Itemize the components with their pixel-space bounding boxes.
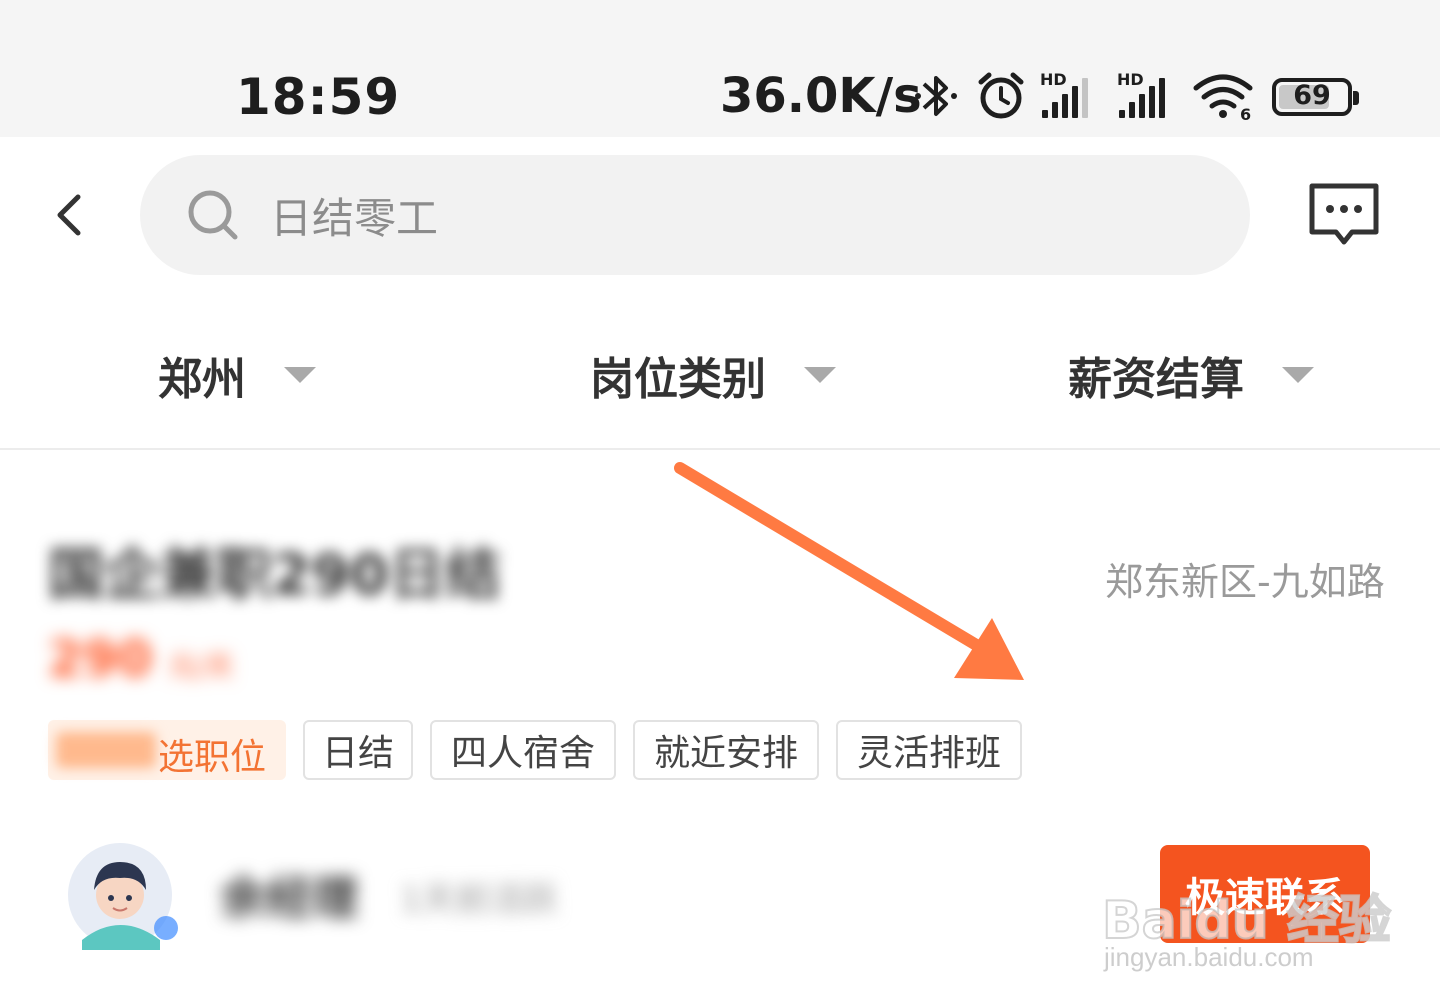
search-input[interactable]: 日结零工	[140, 155, 1250, 275]
job-location: 郑东新区-九如路	[1105, 560, 1385, 604]
watermark: Baidu 经验 jingyan.baidu.com	[1101, 878, 1392, 978]
job-tag: 就近安排	[633, 720, 819, 780]
message-button[interactable]	[1306, 180, 1382, 250]
wifi-badge: 6	[1240, 105, 1251, 122]
status-time: 18:59	[236, 68, 401, 126]
job-tag: 日结	[303, 720, 413, 780]
filter-label: 郑州	[158, 354, 246, 405]
signal-icon: HD	[1117, 70, 1179, 122]
status-bar: 18:59 36.0K/s HD HD 6 69	[0, 0, 1440, 137]
battery-cap	[1353, 91, 1359, 105]
caret-down-icon	[284, 367, 316, 383]
job-title: 国企兼职290日结	[48, 543, 501, 608]
caret-down-icon	[1282, 367, 1314, 383]
featured-tag: 选职位	[48, 720, 286, 780]
recruiter-meta: 1天前活跃	[400, 880, 558, 920]
featured-tag-icon	[56, 732, 156, 768]
salary-value: 290	[48, 630, 153, 688]
bluetooth-icon	[915, 76, 957, 116]
caret-down-icon	[804, 367, 836, 383]
battery-level: 69	[1293, 80, 1331, 111]
filter-label: 岗位类别	[590, 354, 766, 405]
divider	[0, 448, 1440, 450]
recruiter-name: 余经理	[220, 871, 358, 925]
filter-bar: 郑州 岗位类别 薪资结算	[0, 335, 1440, 415]
chevron-left-icon	[57, 194, 81, 236]
job-tag: 四人宿舍	[430, 720, 616, 780]
avatar[interactable]	[68, 840, 178, 950]
battery-icon: 69	[1272, 78, 1359, 116]
signal-icon: HD	[1040, 70, 1102, 122]
message-bubble-icon	[1309, 183, 1379, 245]
job-tag: 灵活排班	[836, 720, 1022, 780]
wifi-icon: 6	[1193, 74, 1253, 122]
network-speed: 36.0K/s	[720, 68, 922, 124]
salary-unit: 元/天	[168, 650, 234, 683]
alarm-clock-icon	[978, 72, 1024, 119]
filter-job-category[interactable]: 岗位类别	[590, 335, 836, 415]
watermark-url: jingyan.baidu.com	[1104, 942, 1314, 972]
filter-city[interactable]: 郑州	[158, 335, 316, 415]
search-icon	[188, 190, 238, 240]
featured-tag-label: 选职位	[158, 737, 267, 778]
filter-label: 薪资结算	[1068, 354, 1244, 405]
filter-salary-settlement[interactable]: 薪资结算	[1068, 335, 1314, 415]
back-button[interactable]	[40, 185, 100, 245]
search-text: 日结零工	[270, 194, 439, 243]
job-salary: 290 元/天	[48, 630, 234, 688]
